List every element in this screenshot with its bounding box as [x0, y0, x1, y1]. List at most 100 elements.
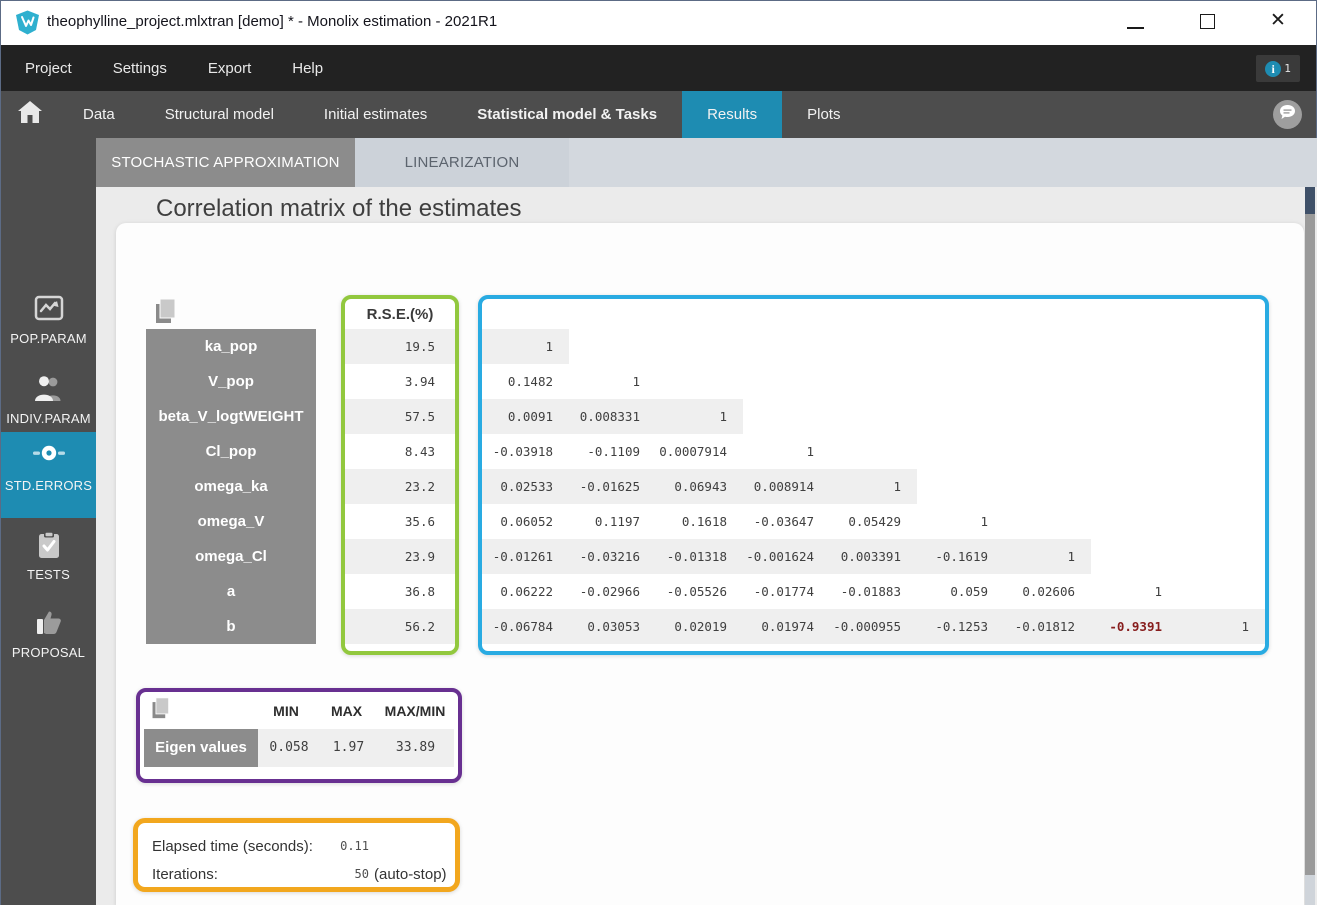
eigen-header-min: MIN: [273, 702, 299, 719]
matrix-cell: 0.003391: [840, 549, 901, 564]
matrix-cell: -0.01883: [840, 584, 901, 599]
rse-value: 57.5: [345, 399, 455, 434]
rse-value: 56.2: [345, 609, 455, 644]
matrix-cell: 0.06052: [500, 514, 553, 529]
rse-value: 19.5: [345, 329, 455, 364]
home-button[interactable]: [1, 91, 58, 138]
matrix-cell: 0.1618: [681, 514, 727, 529]
matrix-cell: -0.001624: [746, 549, 814, 564]
eigen-values-table: MIN MAX MAX/MIN Eigen values 0.058 1.97 33.89: [136, 688, 462, 783]
eigen-header-max: MAX: [330, 702, 363, 719]
parameter-label: b: [226, 618, 236, 635]
matrix-cell: -0.9391: [1109, 619, 1162, 634]
matrix-cell: -0.01812: [1014, 619, 1075, 634]
matrix-cell: 0.0007914: [659, 444, 727, 459]
results-sidebar: POP.PARAM INDIV.PARAM STD.ERRORS TESTS PROPO…: [1, 138, 96, 905]
matrix-cell: -0.02966: [579, 584, 640, 599]
home-icon: [17, 101, 42, 128]
sidebar-item-std-errors[interactable]: STD.ERRORS: [1, 432, 96, 518]
rse-value: 36.8: [404, 584, 435, 599]
menu-bar: Project Settings Export Help i 1: [1, 45, 1316, 91]
run-info-line: Iterations: 50 (auto-stop): [152, 860, 455, 888]
subtab-linearization[interactable]: LINEARIZATION: [355, 138, 569, 187]
minimize-icon: [1127, 27, 1144, 29]
sidebar-item-tests[interactable]: TESTS: [1, 521, 96, 582]
parameter-label: ka_pop: [204, 338, 258, 355]
main-content: Correlation matrix of the estimates ka_p…: [96, 187, 1317, 905]
nav-tab-bar: Data Structural model Initial estimates Sta…: [1, 91, 1316, 138]
chart-icon: [1, 295, 96, 327]
menu-items: Project Settings Export Help: [25, 60, 323, 77]
run-info-line: Elapsed time (seconds): 0.11: [152, 832, 455, 860]
matrix-cell: 0.03053: [587, 619, 640, 634]
matrix-row: 1: [482, 329, 1265, 364]
thumbs-up-icon: [1, 609, 96, 641]
sidebar-item-label: STD.ERRORS: [4, 478, 93, 493]
run-info-value: 0.11: [340, 839, 369, 853]
matrix-cell: 0.01974: [761, 619, 814, 634]
tab-plots[interactable]: Plots: [782, 91, 865, 138]
matrix-row: 0.06052 0.1197 0.1618 -0.03647 0.05429 1: [482, 504, 1265, 539]
menu-item-settings[interactable]: Settings: [113, 60, 167, 77]
title-bar: theophylline_project.mlxtran [demo] * - …: [1, 1, 1316, 45]
matrix-row: 0.0091 0.008331 1: [482, 399, 1265, 434]
notification-badge[interactable]: i 1: [1256, 55, 1300, 82]
menu-item-project[interactable]: Project: [25, 60, 72, 77]
matrix-cell: -0.06784: [492, 619, 553, 634]
correlation-matrix: 1 0.1482 1 0.0091 0.008331 1 -0.03918 -0.1109 0.…: [478, 295, 1269, 655]
eigen-value: 1.97: [320, 729, 377, 767]
matrix-cell: 1: [545, 339, 553, 354]
copy-eigen-button[interactable]: [150, 697, 172, 724]
rse-header: R.S.E.(%): [366, 306, 434, 323]
parameter-label: omega_Cl: [195, 548, 267, 565]
sidebar-item-pop-param[interactable]: POP.PARAM: [1, 285, 96, 346]
matrix-cell: -0.01318: [666, 549, 727, 564]
matrix-cell: 0.1197: [594, 514, 640, 529]
eigen-value: 33.89: [377, 729, 454, 767]
parameter-label: Cl_pop: [205, 443, 257, 460]
tab-structural-model[interactable]: Structural model: [140, 91, 299, 138]
close-button[interactable]: ✕: [1257, 1, 1303, 41]
matrix-cell: 1: [893, 479, 901, 494]
scrollbar-thumb[interactable]: [1305, 214, 1315, 875]
notification-count: 1: [1284, 62, 1291, 75]
matrix-cell: 0.1482: [507, 374, 553, 389]
parameter-label: V_pop: [208, 373, 254, 390]
chat-button[interactable]: [1273, 100, 1302, 129]
matrix-cell: 0.02606: [1022, 584, 1075, 599]
rse-value: 35.6: [404, 514, 435, 529]
rse-value: 8.43: [404, 444, 435, 459]
copy-table-button[interactable]: [153, 297, 179, 325]
matrix-row: 0.06222 -0.02966 -0.05526 -0.01774 -0.01883 0…: [482, 574, 1265, 609]
monolix-logo-icon: [15, 10, 40, 35]
matrix-cell: -0.1253: [935, 619, 988, 634]
matrix-cell: -0.03647: [753, 514, 814, 529]
parameter-label: beta_V_logtWEIGHT: [158, 408, 304, 425]
tab-data[interactable]: Data: [58, 91, 140, 138]
tab-statistical-model-tasks[interactable]: Statistical model & Tasks: [452, 91, 682, 138]
matrix-cell: 0.0091: [507, 409, 553, 424]
matrix-row: -0.03918 -0.1109 0.0007914 1: [482, 434, 1265, 469]
subtab-stochastic-approximation[interactable]: STOCHASTIC APPROXIMATION: [96, 138, 355, 187]
eigen-value: 0.058: [258, 729, 320, 767]
maximize-button[interactable]: [1185, 1, 1231, 41]
rse-table: R.S.E.(%) 19.5 3.94 57.5 8.43 23.2 35.6 23.9 36…: [341, 295, 459, 655]
close-icon: ✕: [1270, 10, 1286, 31]
eigen-row-label: Eigen values: [144, 729, 258, 767]
matrix-cell: 0.06943: [674, 479, 727, 494]
sidebar-item-label: INDIV.PARAM: [6, 411, 91, 426]
minimize-button[interactable]: [1113, 1, 1159, 41]
matrix-cell: 0.059: [950, 584, 988, 599]
run-info-label: Iterations:: [152, 865, 218, 883]
eigen-header-max-min: MAX/MIN: [384, 702, 446, 719]
subtabs: STOCHASTIC APPROXIMATION LINEARIZATION: [96, 138, 569, 187]
sidebar-item-label: TESTS: [27, 567, 70, 582]
menu-item-export[interactable]: Export: [208, 60, 251, 77]
run-info-box: Elapsed time (seconds): 0.11 Iterations: 50…: [133, 818, 460, 892]
sidebar-item-proposal[interactable]: PROPOSAL: [1, 599, 96, 660]
tab-initial-estimates[interactable]: Initial estimates: [299, 91, 452, 138]
sidebar-item-indiv-param[interactable]: INDIV.PARAM: [1, 365, 96, 426]
sidebar-item-label: PROPOSAL: [11, 645, 86, 660]
tab-results[interactable]: Results: [682, 91, 783, 138]
menu-item-help[interactable]: Help: [292, 60, 323, 77]
